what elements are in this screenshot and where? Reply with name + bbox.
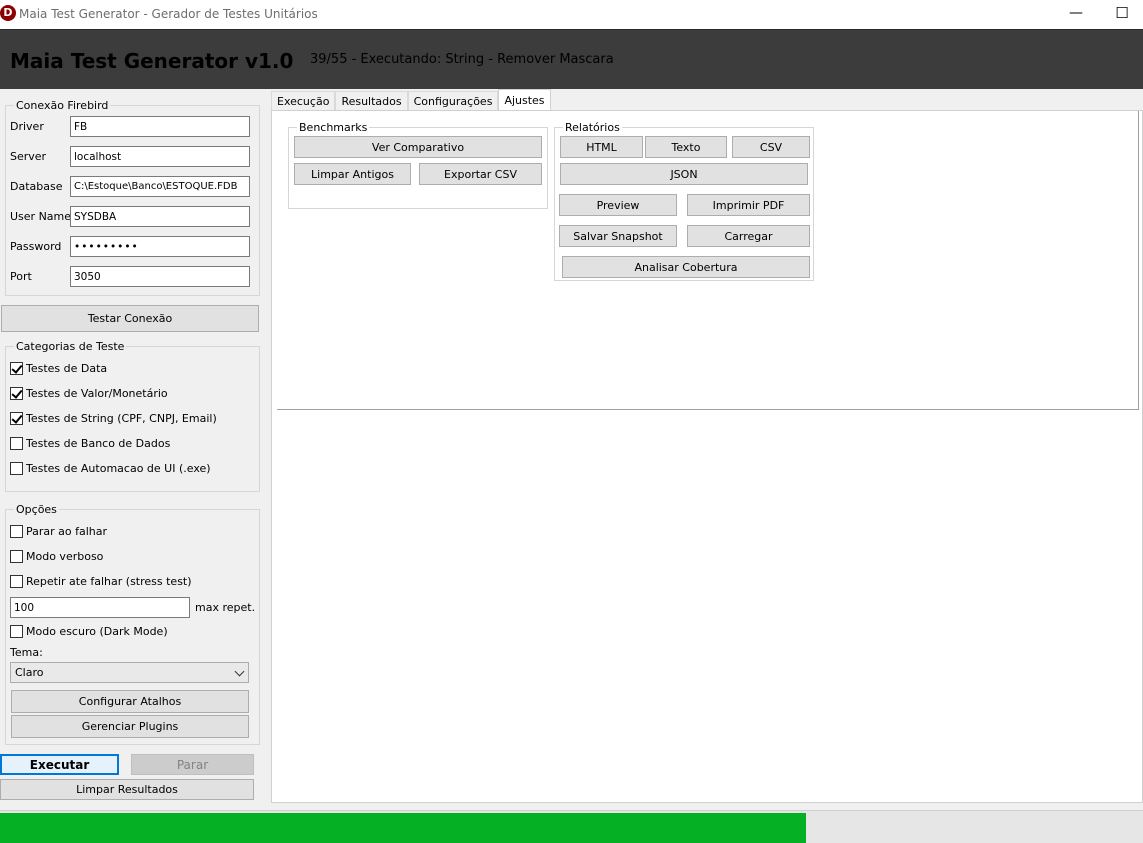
category-date-checkbox[interactable]: Testes de Data: [10, 360, 107, 376]
tab-bar: Execução Resultados Configurações Ajuste…: [271, 89, 551, 111]
verbose-label: Modo verboso: [26, 549, 104, 563]
progress-fill: [0, 813, 806, 843]
test-connection-button[interactable]: Testar Conexão: [1, 305, 259, 332]
username-input[interactable]: [70, 206, 250, 227]
app-header: Maia Test Generator v1.0 39/55 - Executa…: [0, 29, 1143, 89]
run-button[interactable]: Executar: [0, 754, 119, 775]
checkbox-unchecked-icon: [10, 461, 23, 475]
checkbox-unchecked-icon: [10, 549, 23, 563]
category-date-label: Testes de Data: [26, 361, 108, 375]
export-csv-button[interactable]: Exportar CSV: [419, 163, 542, 185]
configure-shortcuts-button[interactable]: Configurar Atalhos: [11, 690, 249, 713]
benchmarks-group-title: Benchmarks: [297, 121, 370, 134]
theme-label: Tema:: [10, 646, 43, 659]
report-json-button[interactable]: JSON: [560, 163, 808, 185]
app-icon: D: [0, 5, 16, 21]
report-html-button[interactable]: HTML: [560, 136, 643, 158]
connection-group-title: Conexão Firebird: [14, 99, 111, 112]
preview-button[interactable]: Preview: [559, 194, 677, 216]
theme-select[interactable]: Claro: [10, 662, 249, 683]
tab-configuracoes[interactable]: Configurações: [407, 91, 499, 111]
tab-content-ajustes: Benchmarks Ver Comparativo Limpar Antigo…: [271, 110, 1143, 803]
password-input[interactable]: [70, 236, 250, 257]
report-csv-button[interactable]: CSV: [732, 136, 810, 158]
category-string-checkbox[interactable]: Testes de String (CPF, CNPJ, Email): [10, 410, 217, 426]
port-label: Port: [10, 270, 32, 283]
manage-plugins-button[interactable]: Gerenciar Plugins: [11, 715, 249, 738]
category-string-label: Testes de String (CPF, CNPJ, Email): [26, 411, 217, 425]
driver-label: Driver: [10, 120, 44, 133]
category-monetary-label: Testes de Valor/Monetário: [26, 386, 168, 400]
repeat-until-fail-label: Repetir ate falhar (stress test): [26, 574, 192, 588]
stop-on-fail-checkbox[interactable]: Parar ao falhar: [10, 523, 107, 539]
window-title: Maia Test Generator - Gerador de Testes …: [19, 7, 318, 21]
app-title: Maia Test Generator v1.0: [10, 49, 294, 73]
theme-select-value: Claro: [15, 666, 44, 679]
reports-group-title: Relatórios: [563, 121, 622, 134]
report-text-button[interactable]: Texto: [645, 136, 727, 158]
chevron-down-icon: [234, 666, 245, 677]
tab-ajustes[interactable]: Ajustes: [498, 89, 551, 111]
checkbox-unchecked-icon: [10, 624, 23, 638]
categories-group-title: Categorias de Teste: [14, 340, 127, 353]
print-pdf-button[interactable]: Imprimir PDF: [687, 194, 810, 216]
stop-button[interactable]: Parar: [131, 754, 254, 775]
password-label: Password: [10, 240, 62, 253]
driver-input[interactable]: [70, 116, 250, 137]
checkbox-unchecked-icon: [10, 574, 23, 588]
save-snapshot-button[interactable]: Salvar Snapshot: [559, 225, 677, 247]
category-ui-automation-checkbox[interactable]: Testes de Automacao de UI (.exe): [10, 460, 211, 476]
dark-mode-checkbox[interactable]: Modo escuro (Dark Mode): [10, 623, 168, 639]
load-button[interactable]: Carregar: [687, 225, 810, 247]
execution-status: 39/55 - Executando: String - Remover Mas…: [310, 52, 614, 67]
progress-bar: [0, 810, 1143, 843]
minimize-button[interactable]: —: [1053, 0, 1099, 29]
category-monetary-checkbox[interactable]: Testes de Valor/Monetário: [10, 385, 168, 401]
title-bar: D Maia Test Generator - Gerador de Teste…: [0, 0, 1143, 29]
stop-on-fail-label: Parar ao falhar: [26, 524, 108, 538]
clear-results-button[interactable]: Limpar Resultados: [0, 779, 254, 800]
category-database-label: Testes de Banco de Dados: [26, 436, 171, 450]
max-repeat-label: max repet.: [195, 601, 256, 614]
server-input[interactable]: [70, 146, 250, 167]
analyze-coverage-button[interactable]: Analisar Cobertura: [562, 256, 810, 278]
repeat-until-fail-checkbox[interactable]: Repetir ate falhar (stress test): [10, 573, 192, 589]
username-label: User Name: [10, 210, 72, 223]
category-ui-automation-label: Testes de Automacao de UI (.exe): [26, 461, 211, 475]
tab-execucao[interactable]: Execução: [271, 91, 336, 111]
dark-mode-label: Modo escuro (Dark Mode): [26, 624, 168, 638]
checkbox-checked-icon: [10, 411, 23, 425]
clean-old-button[interactable]: Limpar Antigos: [294, 163, 411, 185]
maximize-button[interactable]: ☐: [1099, 0, 1143, 29]
port-input[interactable]: [70, 266, 250, 287]
checkbox-checked-icon: [10, 386, 23, 400]
category-database-checkbox[interactable]: Testes de Banco de Dados: [10, 435, 170, 451]
checkbox-unchecked-icon: [10, 436, 23, 450]
database-label: Database: [10, 180, 63, 193]
checkbox-unchecked-icon: [10, 524, 23, 538]
checkbox-checked-icon: [10, 361, 23, 375]
options-group-title: Opções: [14, 503, 59, 516]
database-input[interactable]: [70, 176, 250, 197]
server-label: Server: [10, 150, 47, 163]
max-repeat-input[interactable]: [10, 597, 190, 618]
view-comparison-button[interactable]: Ver Comparativo: [294, 136, 542, 158]
tab-resultados[interactable]: Resultados: [335, 91, 408, 111]
verbose-checkbox[interactable]: Modo verboso: [10, 548, 103, 564]
